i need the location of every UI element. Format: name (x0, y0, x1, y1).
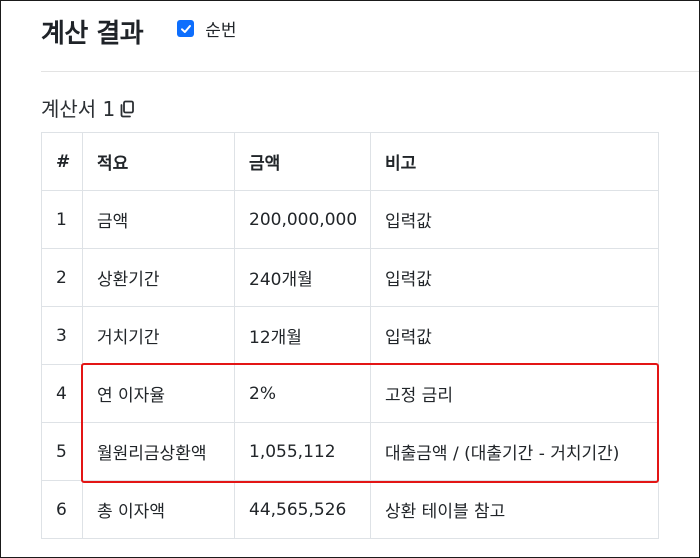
row-description: 거치기간 (82, 306, 235, 365)
row-amount: 44,565,526 (234, 480, 371, 539)
row-number: 5 (41, 422, 83, 481)
table-row: 3 거치기간 12개월 입력값 (41, 306, 659, 365)
row-description: 상환기간 (82, 248, 235, 307)
copy-icon[interactable] (119, 100, 135, 118)
table-row: 4 연 이자율 2% 고정 금리 (41, 364, 659, 423)
row-description: 금액 (82, 190, 235, 249)
checkmark-icon (180, 24, 191, 33)
row-note: 입력값 (370, 306, 659, 365)
row-description: 총 이자액 (82, 480, 235, 539)
divider (41, 71, 699, 72)
row-amount: 1,055,112 (234, 422, 371, 481)
col-header-amount: 금액 (234, 132, 371, 191)
row-note: 입력값 (370, 190, 659, 249)
sequence-checkbox[interactable] (177, 20, 195, 37)
calc-sheet-header: 계산서 1 (41, 93, 135, 122)
page-title: 계산 결과 (41, 19, 144, 49)
col-header-number: # (41, 132, 83, 191)
sequence-checkbox-label[interactable]: 순번 (205, 16, 236, 41)
result-panel: 계산 결과 순번 계산서 1 # 적요 금액 비고 1 금액 200,000,0… (0, 0, 700, 558)
row-note: 상환 테이블 참고 (370, 480, 659, 539)
row-number: 2 (41, 248, 83, 307)
table-row: 6 총 이자액 44,565,526 상환 테이블 참고 (41, 480, 659, 539)
row-amount: 200,000,000 (234, 190, 371, 249)
table-row: 5 월원리금상환액 1,055,112 대출금액 / (대출기간 - 거치기간) (41, 422, 659, 481)
calc-table: # 적요 금액 비고 1 금액 200,000,000 입력값 2 상환기간 2… (41, 132, 659, 539)
row-note: 대출금액 / (대출기간 - 거치기간) (370, 422, 659, 481)
col-header-note: 비고 (370, 132, 659, 191)
row-number: 1 (41, 190, 83, 249)
row-note: 입력값 (370, 248, 659, 307)
table-row: 2 상환기간 240개월 입력값 (41, 248, 659, 307)
row-number: 6 (41, 480, 83, 539)
table-header-row: # 적요 금액 비고 (41, 132, 659, 191)
header: 계산 결과 순번 (41, 13, 237, 50)
row-amount: 2% (234, 364, 371, 423)
table-row: 1 금액 200,000,000 입력값 (41, 190, 659, 249)
row-number: 4 (41, 364, 83, 423)
row-description: 월원리금상환액 (82, 422, 235, 481)
row-note: 고정 금리 (370, 364, 659, 423)
row-description: 연 이자율 (82, 364, 235, 423)
sequence-toggle[interactable]: 순번 (177, 16, 237, 41)
row-amount: 240개월 (234, 248, 371, 307)
row-amount: 12개월 (234, 306, 371, 365)
calc-sheet-title: 계산서 1 (41, 97, 116, 121)
row-number: 3 (41, 306, 83, 365)
col-header-description: 적요 (82, 132, 235, 191)
